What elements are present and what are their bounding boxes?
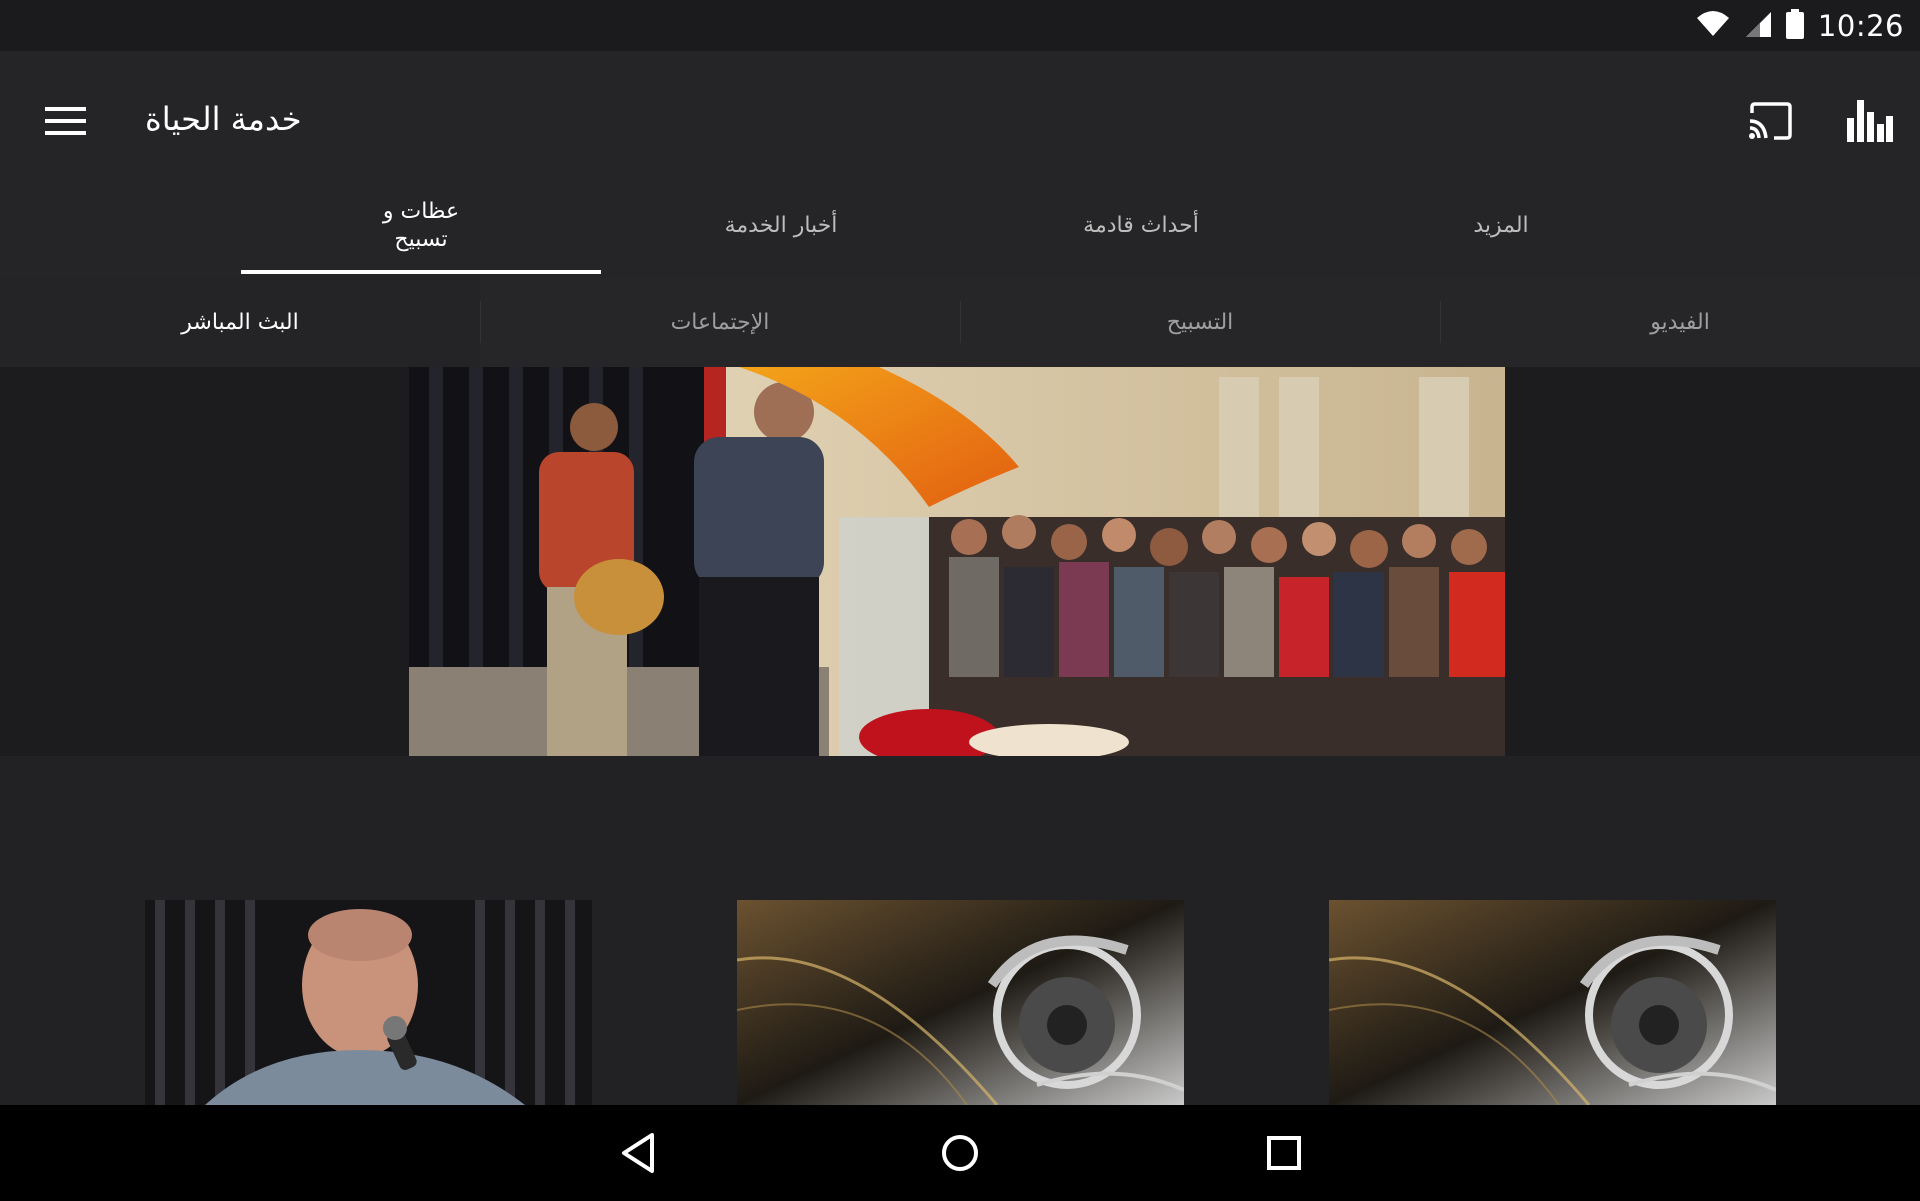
cast-button[interactable] xyxy=(1740,91,1800,151)
thumbnail-card[interactable] xyxy=(145,900,592,1105)
worship-service-photo xyxy=(409,367,1505,756)
subtab-label: التسبيح xyxy=(1166,309,1234,335)
recents-icon xyxy=(1267,1136,1301,1170)
tab-label: أحداث قادمة xyxy=(1083,212,1199,238)
subtab-label: الفيديو xyxy=(1650,309,1710,335)
subtab-meetings[interactable]: الإجتماعات xyxy=(480,277,960,367)
tab-upcoming-events[interactable]: أحداث قادمة xyxy=(961,174,1321,277)
thumbnail-card[interactable] xyxy=(1329,900,1776,1105)
back-icon xyxy=(622,1133,654,1173)
status-bar: 10:26 xyxy=(0,0,1920,51)
thumbnail-card[interactable] xyxy=(737,900,1184,1105)
preacher-with-microphone-photo xyxy=(145,900,592,1105)
menu-button[interactable] xyxy=(30,91,100,151)
status-icons: 10:26 xyxy=(1696,6,1904,46)
back-button[interactable] xyxy=(603,1125,673,1181)
battery-icon xyxy=(1785,9,1804,43)
subtab-label: الإجتماعات xyxy=(670,309,770,335)
stats-button[interactable] xyxy=(1840,91,1900,151)
home-button[interactable] xyxy=(925,1125,995,1181)
tab-ministry-news[interactable]: أخبار الخدمة xyxy=(601,174,961,277)
tab-indicator xyxy=(241,270,601,274)
menu-icon xyxy=(44,107,86,111)
wifi-icon xyxy=(1696,10,1730,42)
tab-label: أخبار الخدمة xyxy=(724,212,838,238)
tab-label: المزيد xyxy=(1473,212,1529,238)
app-title: خدمة الحياة xyxy=(145,100,302,138)
cast-icon xyxy=(1749,102,1792,140)
home-icon xyxy=(942,1135,978,1171)
bar-chart-icon xyxy=(1847,100,1893,142)
signal-icon xyxy=(1744,10,1772,42)
subtab-live-stream[interactable]: البث المباشر xyxy=(0,277,480,367)
subtab-praise[interactable]: التسبيح xyxy=(960,277,1440,367)
headphones-artwork xyxy=(1329,900,1776,1105)
hero-banner[interactable] xyxy=(0,367,1920,756)
primary-tabs: عظات و تسبيح أخبار الخدمة أحداث قادمة ال… xyxy=(0,174,1920,277)
recents-button[interactable] xyxy=(1249,1125,1319,1181)
headphones-artwork xyxy=(737,900,1184,1105)
tab-sermons-praise[interactable]: عظات و تسبيح xyxy=(241,174,601,277)
subtab-label: البث المباشر xyxy=(181,309,299,335)
tab-label: عظات و تسبيح xyxy=(382,198,460,252)
system-nav-bar xyxy=(0,1105,1920,1201)
secondary-tabs: البث المباشر الإجتماعات التسبيح الفيديو xyxy=(0,277,1920,367)
tab-more[interactable]: المزيد xyxy=(1321,174,1681,277)
subtab-video[interactable]: الفيديو xyxy=(1440,277,1920,367)
status-time: 10:26 xyxy=(1817,9,1904,43)
